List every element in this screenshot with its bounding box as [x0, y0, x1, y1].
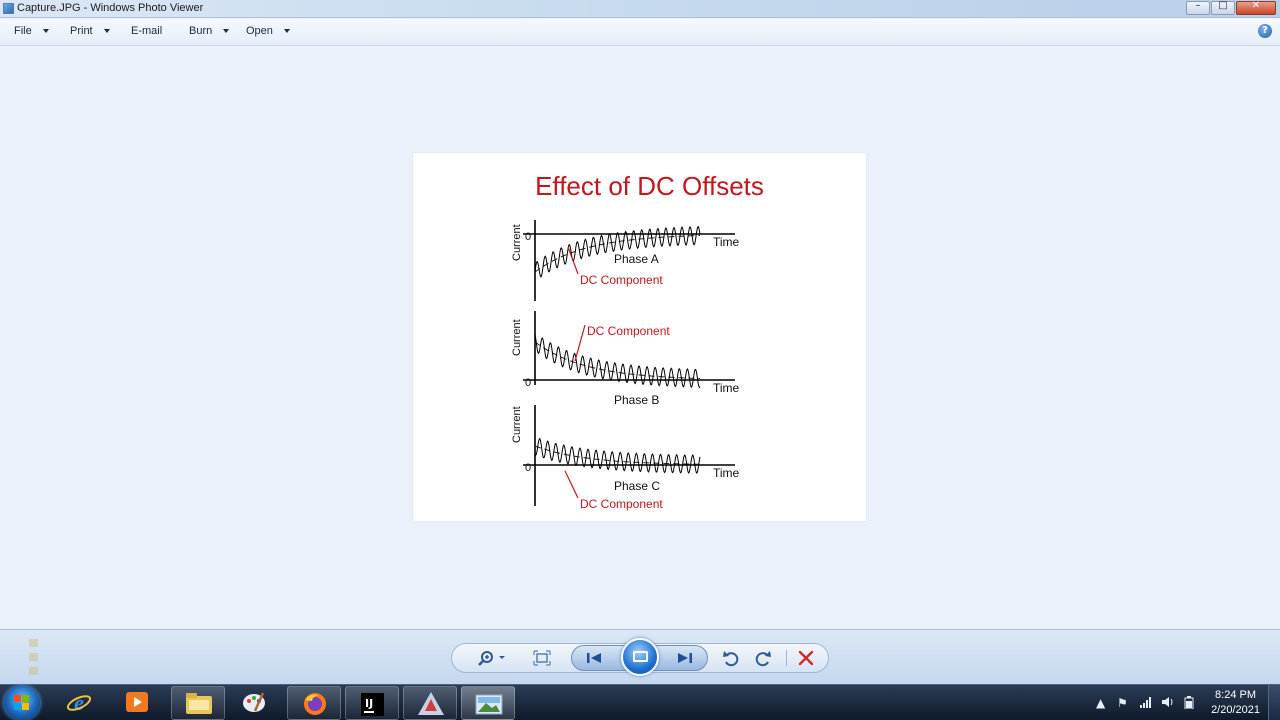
- maximize-icon: □: [1218, 0, 1228, 11]
- volume-icon[interactable]: [1161, 696, 1175, 711]
- annotation-arrow: [564, 470, 579, 499]
- paint-icon[interactable]: [241, 689, 267, 715]
- menu-file-label: File: [14, 25, 32, 37]
- zoom-icon[interactable]: [476, 647, 506, 669]
- phase-label: Phase C: [614, 479, 660, 493]
- intellij-icon: IJ: [361, 693, 384, 716]
- phase-label: Phase B: [614, 393, 659, 407]
- previous-icon[interactable]: [582, 647, 606, 669]
- dc-component-label: DC Component: [587, 324, 670, 338]
- list-item: [25, 650, 150, 664]
- windows-logo-icon: [14, 695, 30, 711]
- windows-taskbar: e IJ ▲ ⚑ 8:24 PM 2/20/2021: [0, 684, 1280, 720]
- viewer-toolbar: [0, 629, 1280, 684]
- folder-icon: [186, 693, 212, 714]
- window-controls: – □ ✕: [1185, 0, 1276, 15]
- burn-dropdown-icon: [223, 29, 230, 33]
- slideshow-icon: [633, 651, 648, 662]
- clock-date: 2/20/2021: [1211, 704, 1260, 716]
- taskbar-photo-viewer[interactable]: [461, 686, 515, 720]
- list-item: [25, 636, 150, 650]
- close-button[interactable]: ✕: [1236, 0, 1276, 15]
- photo-viewer-app-icon: [3, 3, 14, 14]
- maximize-button[interactable]: □: [1211, 0, 1235, 15]
- current-waveform: [534, 437, 701, 474]
- internet-explorer-icon[interactable]: e: [66, 689, 92, 715]
- menu-burn[interactable]: Burn: [189, 25, 230, 37]
- fit-to-window-icon[interactable]: [531, 647, 553, 669]
- print-dropdown-icon: [103, 29, 110, 33]
- java-app-icon: [418, 692, 444, 715]
- network-icon[interactable]: [1139, 696, 1153, 711]
- minimize-button[interactable]: –: [1186, 0, 1210, 15]
- annotation-arrow: [567, 246, 579, 275]
- svg-text:e: e: [74, 690, 84, 715]
- current-axis-label: Current: [511, 224, 523, 261]
- svg-text:IJ: IJ: [365, 697, 373, 710]
- next-icon[interactable]: [673, 647, 697, 669]
- taskbar-explorer[interactable]: [171, 686, 225, 720]
- clock-time: 8:24 PM: [1215, 689, 1257, 701]
- minimize-icon: –: [1195, 0, 1201, 11]
- rotate-clockwise-icon[interactable]: [752, 647, 774, 669]
- show-desktop-button[interactable]: [1268, 685, 1280, 720]
- time-label: Time: [713, 466, 740, 480]
- annotation-arrow: [574, 324, 586, 362]
- photo-viewer-icon: [475, 694, 503, 715]
- time-label: Time: [713, 381, 740, 395]
- zero-label: 0: [525, 462, 531, 474]
- menu-file[interactable]: File: [14, 25, 49, 37]
- system-tray: ▲ ⚑ 8:24 PM 2/20/2021: [1080, 685, 1280, 720]
- menu-burn-label: Burn: [189, 25, 213, 37]
- phase-label: Phase A: [614, 252, 659, 266]
- action-center-icon[interactable]: ⚑: [1117, 696, 1128, 710]
- show-hidden-icons-icon[interactable]: ▲: [1096, 696, 1105, 710]
- media-player-icon[interactable]: [124, 689, 150, 715]
- list-item: [25, 664, 150, 678]
- menu-open[interactable]: Open: [246, 25, 290, 37]
- dc-component-label: DC Component: [580, 273, 663, 287]
- menu-bar: File Print E-mail Burn Open ?: [0, 19, 1280, 46]
- open-dropdown-icon: [283, 29, 290, 33]
- menu-print-label: Print: [70, 25, 93, 37]
- taskbar-clock[interactable]: 8:24 PM 2/20/2021: [1211, 688, 1260, 718]
- toolbar-separator: [786, 650, 787, 666]
- battery-icon[interactable]: [1183, 696, 1195, 712]
- dc-component-label: DC Component: [580, 497, 663, 511]
- firefox-icon: [304, 693, 326, 715]
- current-axis-label: Current: [511, 319, 523, 356]
- menu-email[interactable]: E-mail: [131, 25, 162, 37]
- zero-label: 0: [525, 377, 531, 389]
- menu-open-label: Open: [246, 25, 273, 37]
- taskbar-intellij[interactable]: IJ: [345, 686, 399, 720]
- taskbar-firefox[interactable]: [287, 686, 341, 720]
- background-file-list: [25, 636, 150, 680]
- current-axis-label: Current: [511, 406, 523, 443]
- help-icon[interactable]: ?: [1258, 24, 1272, 38]
- menu-email-label: E-mail: [131, 25, 163, 37]
- delete-icon[interactable]: [795, 647, 817, 669]
- close-icon: ✕: [1251, 0, 1261, 11]
- time-label: Time: [713, 235, 740, 249]
- zero-label: 0: [525, 231, 531, 243]
- dc-offset-diagram: 0 Time Phase A Current DC Component 0 Time Phas…: [511, 220, 740, 511]
- window-title: Capture.JPG - Windows Photo Viewer: [17, 2, 204, 14]
- menu-print[interactable]: Print: [70, 25, 110, 37]
- rotate-counterclockwise-icon[interactable]: [720, 647, 742, 669]
- file-dropdown-icon: [42, 29, 49, 33]
- title-bar: Capture.JPG - Windows Photo Viewer – □ ✕: [0, 0, 1280, 18]
- slideshow-button[interactable]: [621, 638, 659, 676]
- taskbar-java-app[interactable]: [403, 686, 457, 720]
- start-button[interactable]: [4, 686, 40, 720]
- displayed-photo: Effect of DC Offsets 0 Time Phase A Current…: [413, 153, 866, 521]
